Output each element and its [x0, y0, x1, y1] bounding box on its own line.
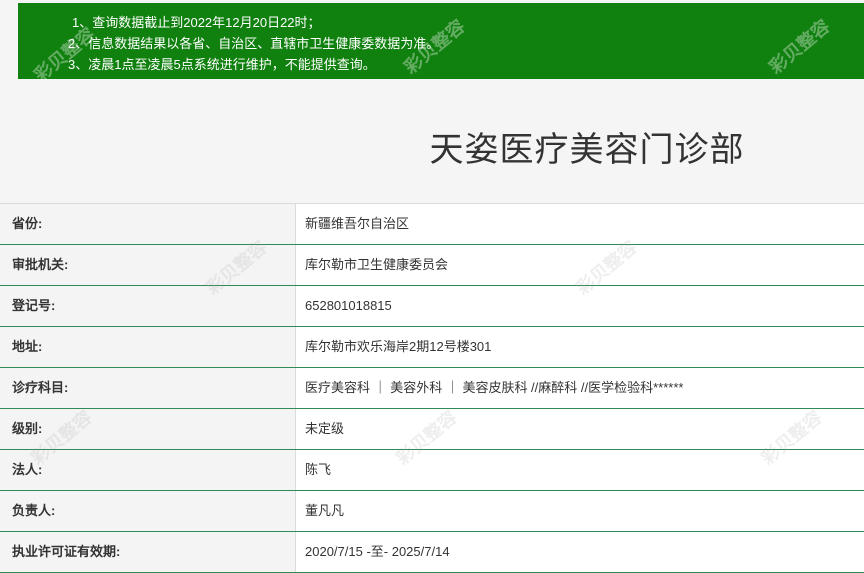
table-row: 法人: 陈飞: [0, 450, 864, 491]
row-label: 法人:: [0, 450, 296, 490]
notice-line-1: 1、查询数据截止到2022年12月20日22时；: [72, 15, 321, 30]
table-row: 级别: 未定级: [0, 409, 864, 450]
notice-line-2: 2、信息数据结果以各省、自治区、直辖市卫生健康委数据为准。: [68, 36, 440, 51]
row-value: 库尔勒市卫生健康委员会: [305, 257, 449, 272]
info-table: 省份: 新疆维吾尔自治区 审批机关: 库尔勒市卫生健康委员会 登记号: 6528…: [0, 203, 864, 573]
page-title: 天姿医疗美容门诊部: [429, 131, 745, 169]
row-value: 库尔勒市欢乐海岸2期12号楼301: [305, 339, 492, 354]
row-label: 登记号:: [0, 286, 296, 326]
table-row: 登记号: 652801018815: [0, 286, 864, 327]
row-label: 级别:: [0, 409, 296, 449]
row-value: 652801018815: [305, 298, 392, 313]
table-row: 省份: 新疆维吾尔自治区: [0, 204, 864, 245]
row-value: 董凡凡: [305, 503, 345, 518]
notice-banner: 1、查询数据截止到2022年12月20日22时； 2、信息数据结果以各省、自治区…: [18, 3, 864, 86]
row-value: 陈飞: [305, 462, 332, 477]
table-row: 负责人: 董凡凡: [0, 491, 864, 532]
row-value: 新疆维吾尔自治区: [305, 216, 410, 231]
row-label: 地址:: [0, 327, 296, 367]
table-row: 地址: 库尔勒市欢乐海岸2期12号楼301: [0, 327, 864, 368]
row-value: 医疗美容科 ｜ 美容外科 ｜ 美容皮肤科 //麻醉科 //医学检验科******: [305, 380, 684, 395]
row-value: 未定级: [305, 421, 345, 436]
watermark-logo: 彩贝整容: [765, 15, 834, 78]
table-row: 审批机关: 库尔勒市卫生健康委员会: [0, 245, 864, 286]
row-label: 省份:: [0, 204, 296, 244]
notice-line-3: 3、凌晨1点至凌晨5点系统进行维护，不能提供查询。: [68, 57, 376, 72]
row-label: 执业许可证有效期:: [0, 532, 296, 572]
row-value: 2020/7/15 -至- 2025/7/14: [305, 544, 450, 559]
row-label: 审批机关:: [0, 245, 296, 285]
table-row: 诊疗科目: 医疗美容科 ｜ 美容外科 ｜ 美容皮肤科 //麻醉科 //医学检验科…: [0, 368, 864, 409]
row-label: 诊疗科目:: [0, 368, 296, 408]
row-label: 负责人:: [0, 491, 296, 531]
